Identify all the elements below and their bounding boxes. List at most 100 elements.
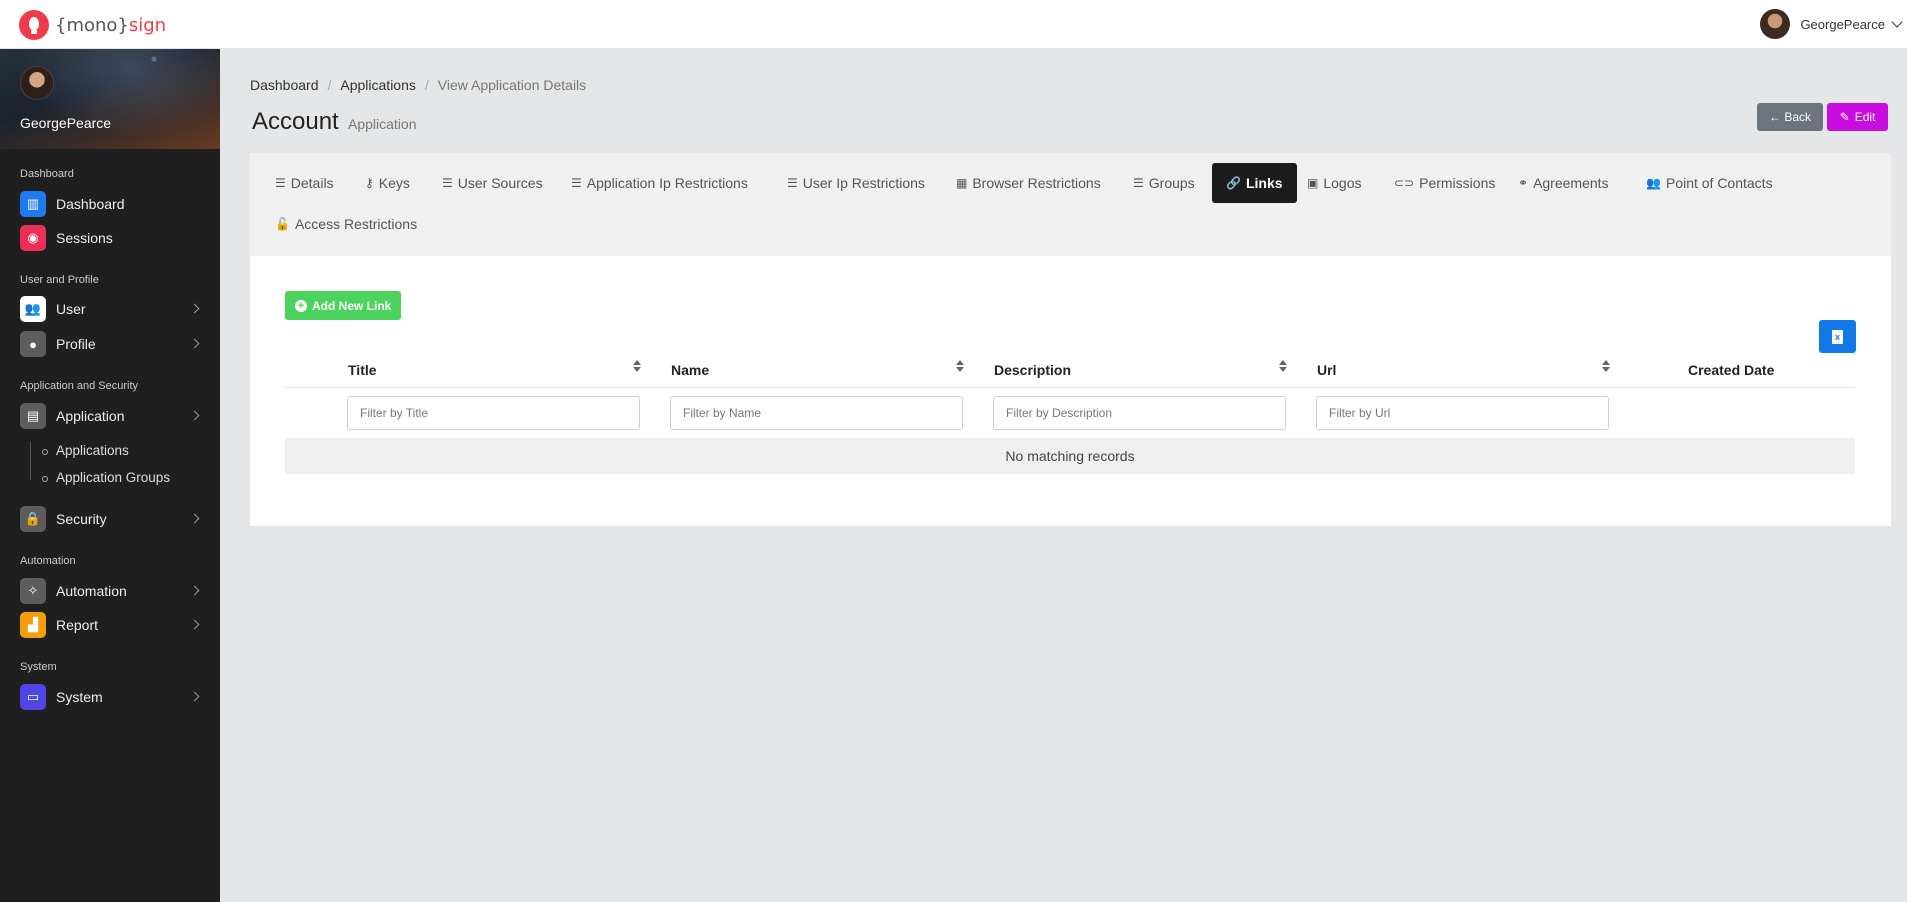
- breadcrumb-applications[interactable]: Applications: [340, 77, 416, 93]
- sidebar-username: GeorgePearce: [20, 115, 112, 131]
- sidebar-item-sessions[interactable]: ◉ Sessions: [20, 225, 200, 251]
- record-icon: ◉: [20, 225, 46, 251]
- users-icon: 👥: [1646, 176, 1661, 190]
- tab-point-of-contacts[interactable]: 👥 Point of Contacts: [1646, 163, 1773, 203]
- sidebar-subitem-application-groups[interactable]: Application Groups: [56, 470, 170, 485]
- tab-links[interactable]: 🔗 Links: [1212, 163, 1297, 203]
- sidebar-section-automation: Automation: [20, 555, 76, 567]
- unlock-icon: 🔓: [275, 217, 290, 231]
- sidebar-subitem-applications[interactable]: Applications: [56, 443, 129, 458]
- sidebar-profile-header: GeorgePearce: [0, 49, 220, 149]
- list-icon: ☰: [787, 176, 798, 190]
- sidebar-item-automation[interactable]: ✧ Automation: [20, 578, 200, 604]
- column-header-description[interactable]: Description: [994, 362, 1071, 378]
- sidebar-section-app-security: Application and Security: [20, 380, 139, 392]
- chevron-down-icon: [1891, 15, 1903, 28]
- filter-url-input[interactable]: [1316, 396, 1609, 430]
- tab-label: Groups: [1148, 175, 1195, 191]
- column-header-created-date[interactable]: Created Date: [1688, 362, 1774, 378]
- list-icon: ☰: [275, 176, 286, 190]
- export-excel-button[interactable]: x: [1819, 320, 1856, 353]
- sort-icon[interactable]: [1601, 359, 1610, 373]
- column-header-url[interactable]: Url: [1317, 362, 1336, 378]
- sidebar-item-user[interactable]: 👥 User: [20, 296, 200, 322]
- empty-table-message: No matching records: [285, 438, 1855, 474]
- tab-label: User Ip Restrictions: [802, 175, 925, 191]
- sidebar-item-label: User: [56, 301, 86, 317]
- edit-button[interactable]: ✎ Edit: [1827, 103, 1888, 131]
- filter-description-input[interactable]: [993, 396, 1286, 430]
- sort-icon[interactable]: [955, 359, 964, 373]
- images-icon: ▣: [1307, 176, 1319, 190]
- tab-label: Browser Restrictions: [972, 175, 1101, 191]
- user-menu[interactable]: GeorgePearce: [1760, 9, 1903, 39]
- sidebar-item-system[interactable]: ▭ System: [20, 684, 200, 710]
- list-icon: ☰: [571, 176, 582, 190]
- column-header-name[interactable]: Name: [671, 362, 709, 378]
- sidebar-avatar[interactable]: [20, 66, 54, 100]
- sidebar-item-label: Profile: [56, 336, 96, 352]
- sidebar-item-label: System: [56, 689, 103, 705]
- edit-button-label: Edit: [1854, 110, 1876, 124]
- details-card: ☰ Details ⚷ Keys ☰ User Sources ☰ Applicatio…: [250, 153, 1891, 526]
- sort-icon[interactable]: [632, 359, 641, 373]
- avatar: [1760, 9, 1791, 39]
- link-icon: 🔗: [1226, 176, 1241, 190]
- sidebar-item-label: Dashboard: [56, 196, 125, 212]
- chevron-right-icon: [189, 410, 200, 421]
- sidebar-item-security[interactable]: 🔒 Security: [20, 506, 200, 532]
- tab-logos[interactable]: ▣ Logos: [1307, 163, 1362, 203]
- breadcrumb-separator: /: [327, 77, 332, 93]
- back-button[interactable]: ← Back: [1757, 103, 1823, 131]
- tab-browser-restrictions[interactable]: ▦ Browser Restrictions: [956, 163, 1101, 203]
- brand-text: {mono}sign: [55, 15, 166, 36]
- submenu-line: [30, 442, 31, 480]
- tab-label: Access Restrictions: [294, 216, 418, 232]
- tab-label: Point of Contacts: [1665, 175, 1773, 191]
- tab-access-restrictions[interactable]: 🔓 Access Restrictions: [275, 204, 417, 244]
- header-divider: [285, 387, 1855, 388]
- breadcrumb-separator: /: [424, 77, 429, 93]
- tab-bar: ☰ Details ⚷ Keys ☰ User Sources ☰ Applicatio…: [250, 153, 1891, 256]
- tab-label: Application Ip Restrictions: [586, 175, 748, 191]
- add-new-link-button[interactable]: + Add New Link: [285, 291, 402, 320]
- brand-suffix: sign: [128, 14, 167, 36]
- top-bar: {mono}sign GeorgePearce: [0, 0, 1907, 49]
- chevron-right-icon: [189, 691, 200, 702]
- circle-icon: [42, 476, 48, 482]
- sidebar-item-dashboard[interactable]: ▥ Dashboard: [20, 191, 200, 217]
- page-title: Account: [252, 108, 339, 135]
- handshake-icon: ⚭: [1518, 176, 1529, 190]
- sidebar-item-label: Report: [56, 617, 99, 633]
- sidebar-item-profile[interactable]: ● Profile: [20, 331, 200, 357]
- application-icon: ▤: [20, 403, 46, 429]
- users-icon: 👥: [20, 296, 46, 322]
- tab-groups[interactable]: ☰ Groups: [1133, 163, 1195, 203]
- sort-icon[interactable]: [1278, 359, 1287, 373]
- breadcrumb-dashboard[interactable]: Dashboard: [250, 77, 319, 93]
- tab-agreements[interactable]: ⚭ Agreements: [1518, 163, 1609, 203]
- sidebar-item-label: Application: [56, 408, 125, 424]
- sidebar-item-report[interactable]: ▟ Report: [20, 612, 200, 638]
- brand-logo[interactable]: {mono}sign: [19, 10, 166, 40]
- bulb-logo-icon: [19, 10, 49, 40]
- plus-circle-icon: +: [295, 299, 307, 312]
- tab-details[interactable]: ☰ Details: [275, 163, 334, 203]
- sidebar-item-label: Automation: [56, 583, 127, 599]
- column-header-title[interactable]: Title: [348, 362, 377, 378]
- tab-keys[interactable]: ⚷ Keys: [365, 163, 410, 203]
- tab-application-ip-restrictions[interactable]: ☰ Application Ip Restrictions: [571, 163, 748, 203]
- tab-permissions[interactable]: ⊂⊃ Permissions: [1394, 163, 1495, 203]
- sidebar-section-dashboard: Dashboard: [20, 168, 74, 180]
- tab-user-ip-restrictions[interactable]: ☰ User Ip Restrictions: [787, 163, 925, 203]
- tab-label: Permissions: [1419, 175, 1496, 191]
- tab-label: Agreements: [1533, 175, 1609, 191]
- breadcrumb-current: View Application Details: [437, 77, 587, 93]
- key-icon: ⚷: [365, 176, 374, 190]
- area-chart-icon: ▟: [20, 612, 46, 638]
- filter-name-input[interactable]: [670, 396, 963, 430]
- sidebar-item-application[interactable]: ▤ Application: [20, 403, 200, 429]
- sidebar-section-system: System: [20, 661, 57, 673]
- tab-user-sources[interactable]: ☰ User Sources: [442, 163, 543, 203]
- filter-title-input[interactable]: [347, 396, 640, 430]
